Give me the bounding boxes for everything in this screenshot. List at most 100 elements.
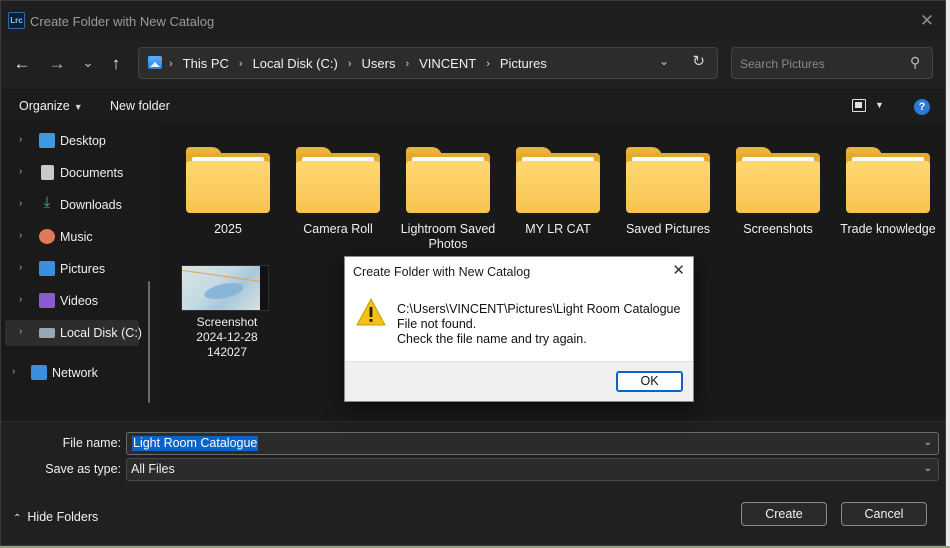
dialog-message: C:\Users\VINCENT\Pictures\Light Room Cat… (397, 302, 680, 347)
expand-chevron-icon[interactable]: › (19, 230, 22, 241)
sidebar-item-music[interactable]: › Music (1, 224, 141, 250)
folder-item[interactable]: Screenshots (728, 139, 828, 249)
window-close-icon[interactable]: ✕ (917, 11, 937, 31)
sidebar-item-label: Pictures (60, 262, 106, 276)
expand-chevron-icon[interactable]: › (19, 262, 22, 273)
dialog-message-line: Check the file name and try again. (397, 332, 587, 346)
breadcrumb-separator-icon: › (347, 57, 352, 70)
folder-label: Screenshots (743, 222, 813, 236)
folder-label: Saved Pictures (625, 222, 711, 236)
change-view-icon[interactable] (852, 99, 866, 112)
sidebar-item-label: Music (60, 230, 93, 244)
folder-label: 2025 (214, 222, 242, 236)
breadcrumb-separator-icon: › (169, 57, 173, 70)
sidebar-item-videos[interactable]: › Videos (1, 288, 141, 314)
expand-chevron-icon[interactable]: › (12, 366, 15, 377)
dialog-close-icon[interactable]: ✕ (672, 261, 685, 279)
folder-item[interactable]: 2025 (178, 139, 278, 249)
cancel-button[interactable]: Cancel (841, 502, 927, 526)
expand-chevron-icon[interactable]: › (19, 294, 22, 305)
chevron-down-icon[interactable]: ⌄ (924, 437, 932, 448)
breadcrumb-users[interactable]: Users (362, 56, 396, 71)
folder-label: MY LR CAT (525, 222, 591, 236)
breadcrumb-separator-icon: › (238, 57, 243, 70)
breadcrumb-separator-icon: › (405, 57, 410, 70)
expand-chevron-icon[interactable]: › (19, 134, 22, 145)
refresh-icon[interactable]: ↻ (692, 52, 705, 70)
dialog-message-line: File not found. (397, 317, 477, 331)
folder-icon (406, 147, 490, 213)
drive-icon (39, 328, 55, 338)
sidebar-item-desktop[interactable]: › Desktop (1, 128, 141, 154)
folder-icon (296, 147, 380, 213)
sidebar-scrollbar[interactable] (148, 281, 150, 403)
folder-icon (626, 147, 710, 213)
file-name-field[interactable]: Light Room Catalogue ⌄ (126, 432, 939, 455)
save-as-type-label: Save as type: (45, 462, 121, 476)
file-dialog-window: Lrc Create Folder with New Catalog ✕ ← →… (0, 0, 946, 546)
breadcrumb-separator-icon: › (486, 57, 490, 70)
new-folder-button[interactable]: New folder (110, 99, 170, 113)
folder-icon (736, 147, 820, 213)
folder-item[interactable]: Camera Roll (288, 139, 388, 249)
caret-down-icon: ▼ (73, 102, 83, 112)
recent-locations-chevron-icon[interactable]: ⌄ (77, 51, 99, 73)
back-arrow-icon[interactable]: ← (11, 53, 33, 75)
breadcrumb-local-disk[interactable]: Local Disk (C:) (253, 56, 338, 71)
window-title: Create Folder with New Catalog (30, 14, 215, 29)
folder-item[interactable]: Lightroom Saved Photos (398, 139, 498, 251)
expand-chevron-icon[interactable]: › (19, 326, 22, 337)
save-options-panel: File name: Light Room Catalogue ⌄ Save a… (1, 421, 945, 545)
file-label: Screenshot 2024-12-28 142027 (167, 315, 287, 360)
sidebar-item-documents[interactable]: › Documents (1, 160, 141, 186)
folder-item[interactable]: MY LR CAT (508, 139, 608, 249)
help-icon[interactable]: ? (914, 99, 930, 115)
sidebar-item-label: Downloads (60, 198, 122, 212)
expand-chevron-icon[interactable]: › (19, 198, 22, 209)
ok-button[interactable]: OK (616, 371, 683, 392)
organize-menu-button[interactable]: Organize ▼ (19, 99, 83, 113)
forward-arrow-icon[interactable]: → (46, 53, 68, 75)
expand-chevron-icon[interactable]: › (19, 166, 22, 177)
address-bar[interactable]: › This PC › Local Disk (C:) › Users › VI… (138, 47, 718, 79)
videos-icon (39, 293, 55, 308)
sidebar-item-label: Desktop (60, 134, 106, 148)
sidebar-item-downloads[interactable]: › ⤓ Downloads (1, 192, 141, 218)
desktop-icon (39, 133, 55, 148)
breadcrumb: › This PC › Local Disk (C:) › Users › VI… (169, 56, 547, 71)
navigation-bar: ← → ⌄ ↑ › This PC › Local Disk (C:) › Us… (1, 41, 945, 87)
folder-item[interactable]: Trade knowledge (838, 139, 938, 249)
hide-folders-label: Hide Folders (27, 510, 99, 524)
up-arrow-icon[interactable]: ↑ (105, 53, 127, 75)
search-input[interactable]: Search Pictures ⚲ (731, 47, 933, 79)
music-icon (39, 229, 55, 244)
create-button[interactable]: Create (741, 502, 827, 526)
dialog-footer: OK (345, 361, 693, 401)
sidebar-item-local-disk[interactable]: › Local Disk (C:) (5, 320, 142, 346)
command-bar: Organize ▼ New folder ▼ ? (1, 89, 945, 123)
sidebar-item-network[interactable]: › Network (1, 360, 141, 386)
screenshot-thumbnail (181, 265, 269, 311)
folder-icon (516, 147, 600, 213)
hide-folders-button[interactable]: ⌃ Hide Folders (13, 510, 98, 524)
desktop-background (946, 0, 950, 548)
error-dialog: Create Folder with New Catalog ✕ C:\User… (344, 256, 694, 402)
sidebar-item-pictures[interactable]: › Pictures (1, 256, 141, 282)
sidebar-item-label: Local Disk (C:) (60, 326, 142, 340)
folder-label: Camera Roll (303, 222, 373, 236)
breadcrumb-this-pc[interactable]: This PC (183, 56, 229, 71)
organize-label: Organize (19, 99, 70, 113)
sidebar-item-label: Videos (60, 294, 98, 308)
search-icon: ⚲ (909, 54, 920, 70)
view-options-caret-icon[interactable]: ▼ (875, 100, 884, 110)
address-history-chevron-icon[interactable]: ⌄ (659, 54, 669, 68)
save-as-type-value: All Files (131, 462, 175, 476)
save-as-type-select[interactable]: All Files ⌄ (126, 458, 939, 481)
breadcrumb-pictures[interactable]: Pictures (500, 56, 547, 71)
folder-item[interactable]: Saved Pictures (618, 139, 718, 249)
file-label-line: 2024-12-28 (196, 330, 258, 344)
folder-icon (186, 147, 270, 213)
chevron-down-icon[interactable]: ⌄ (924, 463, 932, 474)
pictures-location-icon (148, 56, 162, 69)
breadcrumb-vincent[interactable]: VINCENT (419, 56, 476, 71)
